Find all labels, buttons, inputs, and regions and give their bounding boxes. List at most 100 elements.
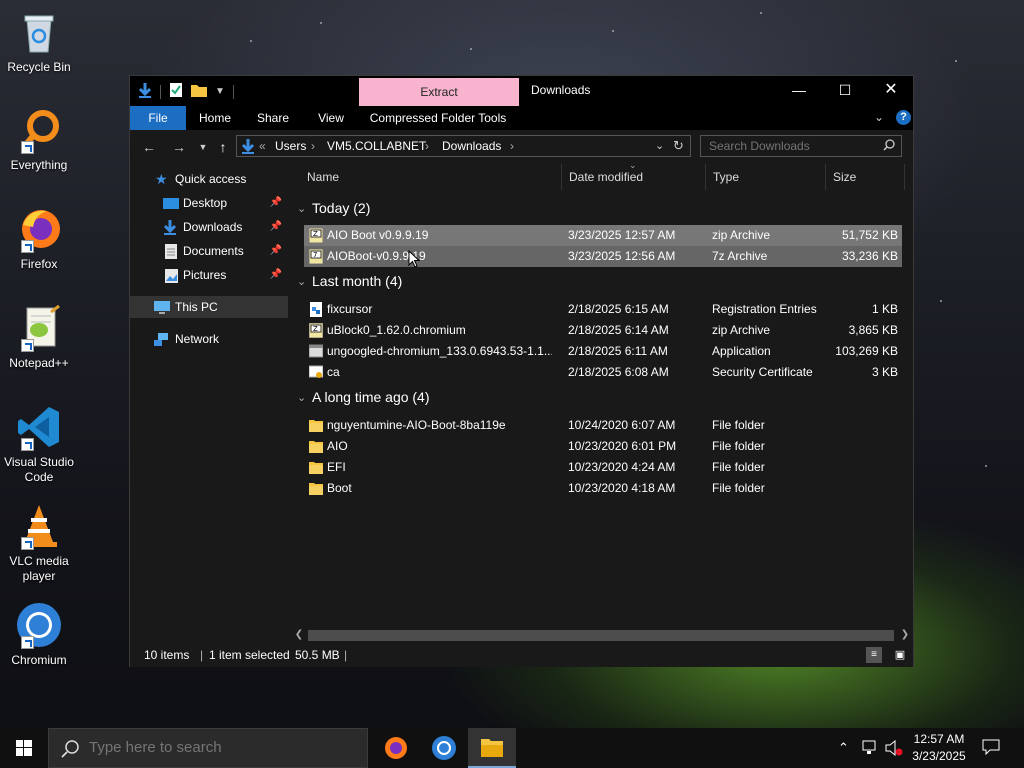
ribbon-tabs: File Home Share View Compressed Folder T… <box>130 106 913 130</box>
clock-time: 12:57 AM <box>913 732 965 746</box>
maximize-button[interactable]: ☐ <box>822 76 868 106</box>
file-row[interactable]: AIO 10/23/2020 6:01 PM File folder <box>304 436 902 457</box>
file-date-modified: 10/23/2020 4:18 AM <box>568 481 676 495</box>
collapse-chevron-icon[interactable]: ⌄ <box>297 275 306 288</box>
tab-home[interactable]: Home <box>190 106 240 130</box>
tab-view[interactable]: View <box>306 106 356 130</box>
chromium-icon <box>432 736 456 760</box>
network-status-icon[interactable] <box>862 740 880 768</box>
nav-pictures[interactable]: Pictures 📌 <box>130 264 288 286</box>
file-type: Security Certificate <box>712 365 813 379</box>
nav-quick-access[interactable]: ★ Quick access <box>130 168 288 190</box>
properties-icon[interactable] <box>169 82 183 101</box>
file-name: uBlock0_1.62.0.chromium <box>327 323 466 337</box>
refresh-icon[interactable]: ↻ <box>673 138 684 154</box>
expand-ribbon-icon[interactable]: ⌄ <box>874 110 884 124</box>
breadcrumb-downloads[interactable]: Downloads <box>442 139 501 153</box>
desktop-icon-everything[interactable]: Everything <box>2 106 76 173</box>
file-row[interactable]: 7 AIOBoot-v0.9.9.19 3/23/2025 12:56 AM 7z A… <box>304 246 902 267</box>
volume-muted-icon[interactable] <box>885 739 903 768</box>
nav-downloads[interactable]: Downloads 📌 <box>130 216 288 238</box>
customize-qat-icon[interactable]: ▼ <box>215 86 225 97</box>
taskbar: ⌃ 12:57 AM 3/23/2025 <box>0 728 1024 768</box>
column-header-name[interactable]: Name <box>299 164 562 190</box>
breadcrumb-overflow[interactable]: « <box>259 139 266 153</box>
scrollbar-thumb[interactable] <box>308 630 894 641</box>
file-explorer-window: ▼ Extract Downloads — ☐ ✕ File Home Shar… <box>129 75 914 667</box>
nav-network[interactable]: Network <box>130 328 288 350</box>
forward-arrow-icon[interactable]: → <box>169 138 189 156</box>
group-header[interactable]: ⌄ Today (2) <box>289 200 889 222</box>
desktop-icon-label: Everything <box>10 158 68 172</box>
file-row[interactable]: ZuBlock0_1.62.0.chromium 2/18/2025 6:14 A… <box>304 320 902 341</box>
file-date-modified: 10/23/2020 6:01 PM <box>568 439 677 453</box>
file-row[interactable]: Boot 10/23/2020 4:18 AM File folder <box>304 478 902 499</box>
title-bar[interactable]: ▼ Extract Downloads — ☐ ✕ <box>130 76 913 106</box>
desktop-icon-vscode[interactable]: Visual Studio Code <box>2 403 76 485</box>
desktop-icon-recycle-bin[interactable]: Recycle Bin <box>2 8 76 75</box>
vscode-icon <box>15 403 63 451</box>
minimize-button[interactable]: — <box>776 76 822 106</box>
file-explorer-icon <box>481 739 503 757</box>
breadcrumb-users[interactable]: Users <box>275 139 306 153</box>
start-button[interactable] <box>0 728 48 768</box>
tab-share[interactable]: Share <box>248 106 298 130</box>
horizontal-scrollbar[interactable]: ❮ ❯ <box>290 627 913 643</box>
shortcut-arrow-icon <box>21 438 34 451</box>
group-header[interactable]: ⌄ A long time ago (4) <box>289 389 889 411</box>
column-header-type[interactable]: Type <box>705 164 826 190</box>
recent-locations-icon[interactable]: ▼ <box>193 138 213 156</box>
breadcrumb-vm5-collabnet[interactable]: VM5.COLLABNET <box>327 139 426 153</box>
tab-file[interactable]: File <box>130 106 186 130</box>
column-header-size[interactable]: Size <box>825 164 905 190</box>
large-icons-view-icon[interactable]: ▣ <box>892 647 908 663</box>
taskbar-chromium[interactable] <box>420 728 468 768</box>
taskbar-search-box[interactable] <box>48 728 368 768</box>
desktop-icon-firefox[interactable]: Firefox <box>2 205 76 272</box>
scroll-right-icon[interactable]: ❯ <box>898 627 912 643</box>
file-name: ca <box>327 365 340 379</box>
details-view-icon[interactable]: ≡ <box>866 647 882 663</box>
file-row[interactable]: fixcursor 2/18/2025 6:15 AM Registration E… <box>304 299 902 320</box>
file-row[interactable]: ungoogled-chromium_133.0.6943.53-1.1... 2… <box>304 341 902 362</box>
nav-label: Quick access <box>175 172 247 186</box>
new-folder-icon[interactable] <box>191 83 207 100</box>
help-icon[interactable]: ? <box>896 110 911 125</box>
address-bar[interactable]: « Users › VM5.COLLABNET › Downloads › ⌄ … <box>236 135 691 157</box>
context-tab-extract[interactable]: Extract <box>359 78 519 106</box>
collapse-chevron-icon[interactable]: ⌄ <box>297 202 306 215</box>
group-header[interactable]: ⌄ Last month (4) <box>289 273 889 295</box>
desktop-icon <box>163 196 179 210</box>
search-box[interactable] <box>700 135 902 157</box>
desktop-icon-label: Notepad++ <box>9 356 69 370</box>
scroll-left-icon[interactable]: ❮ <box>292 627 306 643</box>
windows-logo-icon <box>16 740 32 756</box>
notifications-icon[interactable] <box>982 739 1000 768</box>
file-type: zip Archive <box>712 228 771 242</box>
file-row[interactable]: nguyentumine-AIO-Boot-8ba119e 10/24/2020 … <box>304 415 902 436</box>
file-row[interactable]: ca 2/18/2025 6:08 AM Security Certificate 3… <box>304 362 902 383</box>
vlc-icon <box>15 502 63 550</box>
nav-documents[interactable]: Documents 📌 <box>130 240 288 262</box>
desktop-icon-chromium[interactable]: Chromium <box>2 601 76 668</box>
search-input[interactable] <box>709 139 879 153</box>
tab-compressed-folder-tools[interactable]: Compressed Folder Tools <box>362 106 514 130</box>
up-arrow-icon[interactable]: ↑ <box>213 138 233 156</box>
back-arrow-icon[interactable]: ← <box>139 138 159 156</box>
collapse-chevron-icon[interactable]: ⌄ <box>297 391 306 404</box>
taskbar-search-input[interactable] <box>89 739 349 756</box>
address-dropdown-icon[interactable]: ⌄ <box>655 139 664 152</box>
file-row[interactable]: EFI 10/23/2020 4:24 AM File folder <box>304 457 902 478</box>
close-button[interactable]: ✕ <box>868 76 914 106</box>
file-date-modified: 10/24/2020 6:07 AM <box>568 418 676 432</box>
search-icon <box>61 740 79 761</box>
show-hidden-icons-icon[interactable]: ⌃ <box>838 728 849 768</box>
file-row[interactable]: Z AIO Boot v0.9.9.19 3/23/2025 12:57 AM zip… <box>304 225 902 246</box>
taskbar-firefox[interactable] <box>372 728 420 768</box>
nav-desktop[interactable]: Desktop 📌 <box>130 192 288 214</box>
system-clock[interactable]: 12:57 AM 3/23/2025 <box>908 731 970 765</box>
nav-this-pc[interactable]: This PC <box>130 296 288 318</box>
taskbar-file-explorer[interactable] <box>468 728 516 768</box>
desktop-icon-notepad-plus-plus[interactable]: Notepad++ <box>2 304 76 371</box>
desktop-icon-vlc[interactable]: VLC media player <box>2 502 76 584</box>
